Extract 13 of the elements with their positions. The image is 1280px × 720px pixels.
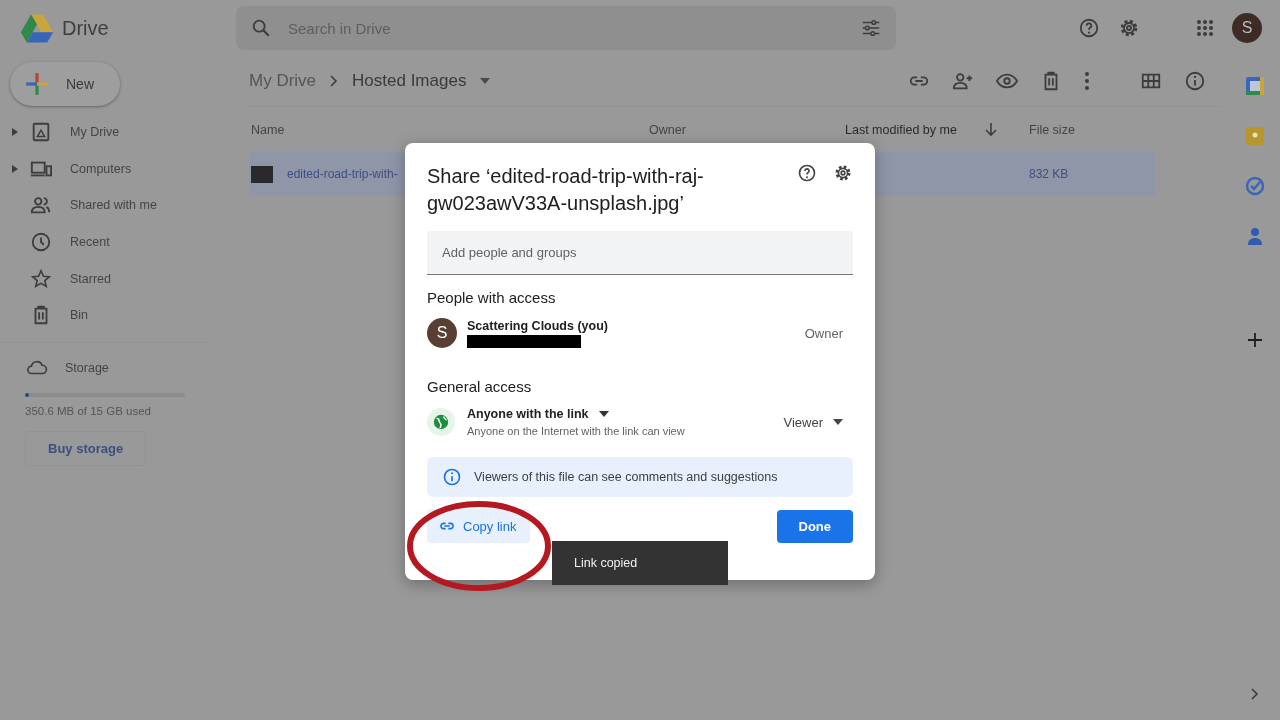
section-heading: People with access: [427, 289, 557, 306]
section-heading: General access: [427, 378, 533, 395]
file-size: 832 KB: [1029, 167, 1069, 181]
toast-message: Link copied: [552, 541, 728, 585]
file-name: edited-road-trip-with-: [287, 167, 398, 181]
access-description: Anyone on the Internet with the link can view: [467, 425, 685, 437]
dialog-title: Share ‘edited-road-trip-with-raj-gw023awV33A-unsplash.jpg’: [427, 164, 705, 216]
storage-usage: 350.6 MB of 15 GB used: [25, 404, 152, 417]
person-avatar: S: [427, 318, 457, 348]
person-role: Owner: [804, 325, 843, 341]
app-name: Drive: [62, 16, 109, 40]
person-name: Scattering Clouds (you): [467, 318, 609, 333]
info-text: Viewers of this file can see comments and suggestions: [474, 470, 778, 484]
